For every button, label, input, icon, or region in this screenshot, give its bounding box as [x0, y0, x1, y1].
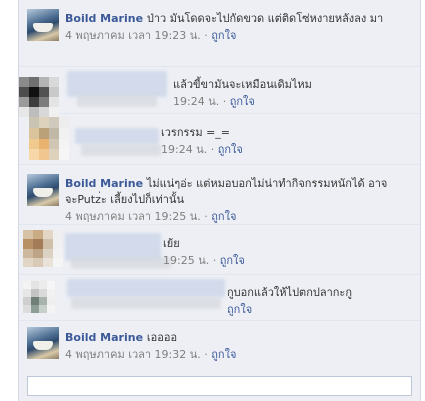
avatar[interactable] [29, 117, 69, 160]
meta-separator: · [200, 210, 212, 223]
redacted-date [77, 95, 157, 107]
comment-item: Boild Marine ป่าว มันโดดจะไปกัดขวด แต่ติ… [19, 0, 420, 67]
avatar[interactable] [23, 281, 55, 313]
avatar[interactable] [19, 77, 59, 117]
comment-meta: 4 พฤษภาคม เวลา 19:23 น. · ถูกใจ [65, 28, 410, 44]
like-link[interactable]: ถูกใจ [220, 254, 245, 267]
like-link[interactable]: ถูกใจ [230, 95, 255, 108]
comment-thread: Boild Marine ป่าว มันโดดจะไปกัดขวด แต่ติ… [18, 0, 421, 401]
redacted-author [67, 71, 167, 97]
comment-text: กูบอกแล้วให้ไปตกปลากะกู [227, 286, 352, 299]
comment-text: เวรกรรม =_= [161, 126, 231, 139]
comment-text: เย้ย [163, 237, 180, 250]
comment-meta: ถูกใจ [227, 302, 413, 318]
comment-item: เวรกรรม =_= 19:24 น. · ถูกใจ [19, 114, 420, 165]
comment-reply-input[interactable] [27, 376, 412, 396]
avatar[interactable] [27, 9, 59, 41]
comment-item: Boild Marine เออออ 4 พฤษภาคม เวลา 19:32 … [19, 321, 420, 369]
comment-time[interactable]: 19:24 น. [161, 143, 207, 156]
comment-meta: 4 พฤษภาคม เวลา 19:25 น. · ถูกใจ [65, 209, 410, 225]
like-link[interactable]: ถูกใจ [218, 143, 243, 156]
meta-separator: · [200, 348, 212, 361]
avatar[interactable] [23, 230, 63, 267]
comment-text: ป่าว มันโดดจะไปกัดขวด แต่ติดโซ่หงายหลังล… [146, 12, 384, 25]
meta-separator: · [209, 254, 220, 267]
redacted-date [71, 257, 171, 269]
meta-separator: · [200, 29, 212, 42]
comment-meta: 19:24 น. · ถูกใจ [173, 94, 413, 110]
comment-time[interactable]: 4 พฤษภาคม เวลา 19:32 น. [65, 348, 201, 361]
like-link[interactable]: ถูกใจ [211, 29, 236, 42]
comment-time[interactable]: 4 พฤษภาคม เวลา 19:23 น. [65, 29, 201, 42]
comment-author[interactable]: Boild Marine [65, 12, 147, 25]
comment-time[interactable]: 19:25 น. [163, 254, 209, 267]
comment-item: เย้ย 19:25 น. · ถูกใจ [19, 225, 420, 275]
comment-meta: 19:24 น. · ถูกใจ [161, 142, 411, 158]
comment-meta: 19:25 น. · ถูกใจ [163, 253, 411, 269]
comment-item: แล้วขี้ขามันจะเหมือนเดิมไหม 19:24 น. · ถ… [19, 67, 420, 117]
comment-author[interactable]: Boild Marine [65, 177, 147, 190]
redacted-text [71, 297, 221, 309]
comment-text: เออออ [146, 331, 178, 344]
comment-item: กูบอกแล้วให้ไปตกปลากะกู ถูกใจ [19, 275, 420, 321]
like-link[interactable]: ถูกใจ [211, 210, 236, 223]
like-link[interactable]: ถูกใจ [227, 303, 252, 316]
comment-meta: 4 พฤษภาคม เวลา 19:32 น. · ถูกใจ [65, 347, 410, 363]
redacted-author [67, 279, 225, 297]
avatar[interactable] [27, 327, 59, 359]
comment-time[interactable]: 19:24 น. [173, 95, 219, 108]
comment-author[interactable]: Boild Marine [65, 331, 147, 344]
comment-text: แล้วขี้ขามันจะเหมือนเดิมไหม [173, 78, 312, 91]
comment-item: Boild Marine ไม่แน่ๆอ่ะ แต่หมอบอกไม่น่าท… [19, 165, 420, 225]
redacted-date [81, 144, 161, 156]
avatar[interactable] [27, 174, 59, 206]
redacted-author [75, 128, 159, 144]
comment-time[interactable]: 4 พฤษภาคม เวลา 19:25 น. [65, 210, 201, 223]
meta-separator: · [207, 143, 218, 156]
meta-separator: · [219, 95, 230, 108]
like-link[interactable]: ถูกใจ [211, 348, 236, 361]
